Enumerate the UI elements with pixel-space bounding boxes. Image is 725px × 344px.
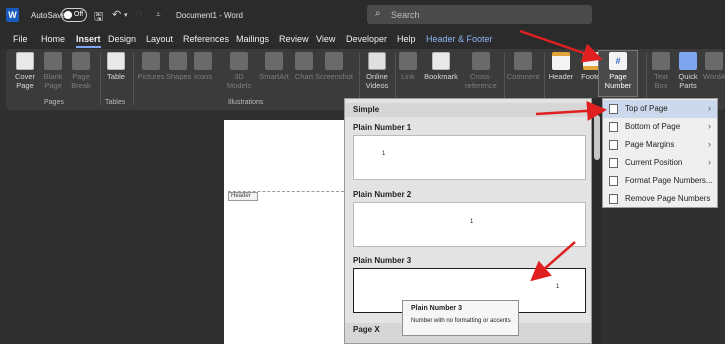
arrow-to-page-number [519,29,603,63]
arrow-to-plain-number-3 [530,241,576,282]
annotation-arrows [519,29,607,282]
arrow-to-top-of-page [535,100,607,121]
